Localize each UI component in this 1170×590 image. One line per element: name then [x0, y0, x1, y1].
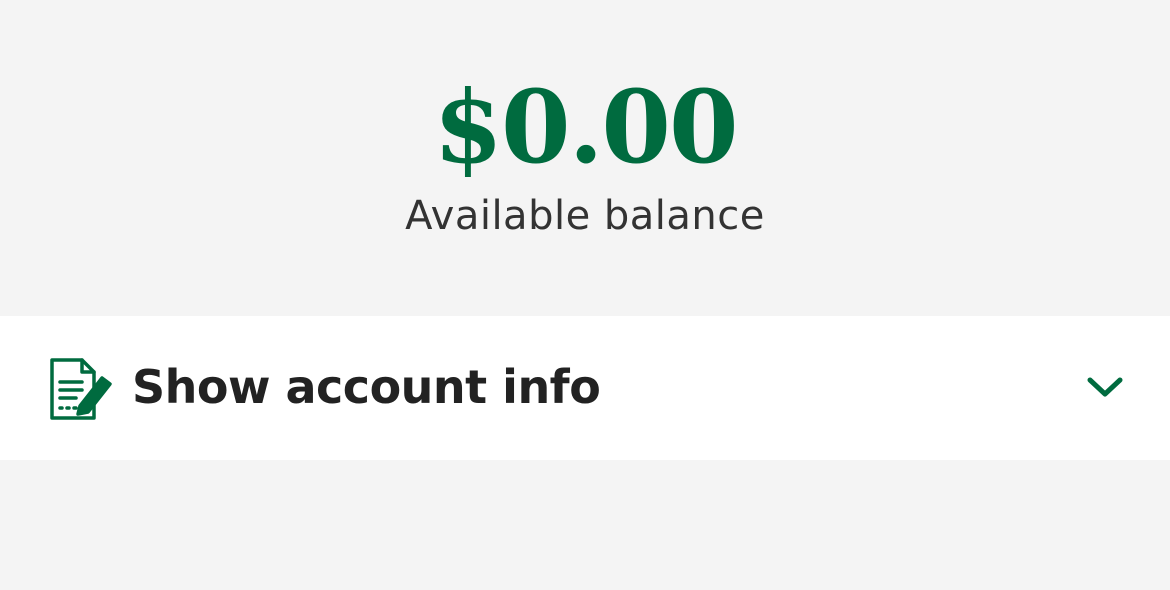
document-edit-icon [48, 356, 114, 422]
balance-amount: $0.00 [433, 68, 738, 186]
show-account-info-toggle[interactable]: Show account info [0, 316, 1170, 460]
account-screen: $0.00 Available balance Show account inf… [0, 0, 1170, 590]
empty-content-area [0, 460, 1170, 590]
balance-section: $0.00 Available balance [0, 0, 1170, 316]
show-account-info-label: Show account info [132, 360, 601, 414]
balance-label: Available balance [405, 193, 765, 239]
chevron-down-icon[interactable] [1084, 372, 1126, 402]
